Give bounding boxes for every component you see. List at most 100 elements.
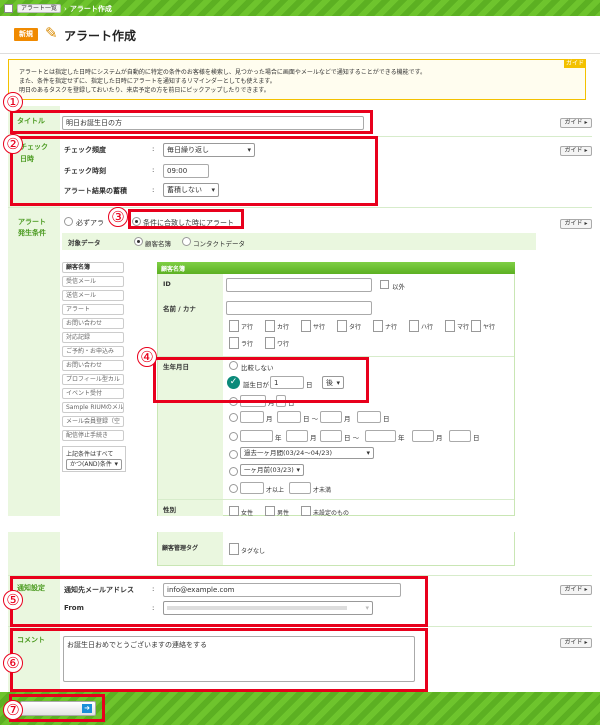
info-line: 明日のあるタスクを登録しておいたり、来店予定の方を前日にピックアップしたりできま…	[19, 87, 270, 94]
kana-label: ア行	[241, 324, 254, 331]
sidebar-item[interactable]: Sample RIUMのメル	[62, 402, 124, 413]
annotation-box-7	[9, 694, 105, 722]
kana-checkbox[interactable]	[471, 320, 481, 332]
range-day-from[interactable]	[277, 411, 301, 423]
name-input[interactable]	[226, 301, 372, 315]
kana-label: カ行	[277, 324, 290, 331]
kana-label: ヤ行	[483, 324, 496, 331]
kana-checkbox[interactable]	[229, 337, 239, 349]
kana-label: ハ行	[421, 324, 434, 331]
year-unit: 年	[275, 434, 282, 442]
target-customer-radio[interactable]	[134, 237, 143, 246]
combine-text: 上記条件はすべて	[66, 451, 114, 458]
range-month-from[interactable]	[240, 411, 264, 423]
sidebar-item[interactable]: メール会員登録（空	[62, 416, 124, 427]
kana-label: サ行	[313, 324, 326, 331]
sidebar-item[interactable]: お問い合わせ	[62, 360, 124, 371]
kana-label: マ行	[457, 324, 470, 331]
info-guide-badge[interactable]: ガイド	[564, 59, 586, 68]
birth-md-range-radio[interactable]	[229, 413, 238, 422]
annotation-box-6	[10, 628, 428, 692]
gender-unset-checkbox[interactable]	[301, 506, 311, 516]
marker-6: ⑥	[3, 653, 23, 673]
info-box: ガイド アラートとは指定した日時にシステムが自動的に特定の条件のお客様を検索し、…	[8, 59, 586, 100]
info-line: また、条件を指定せずに、指定した日時にアラートを通知するリマインダーとしても使え…	[19, 78, 276, 85]
range-tilde: 日 ～	[344, 434, 360, 442]
annotation-box-2	[10, 136, 378, 206]
kana-checkbox[interactable]	[265, 320, 275, 332]
birth-past-radio[interactable]	[229, 450, 238, 459]
age-min-input[interactable]	[240, 482, 264, 494]
always-alert-label: 必ずアラ	[76, 219, 104, 227]
marker-4: ④	[137, 347, 157, 367]
sidebar-item[interactable]: ご予約・お申込み	[62, 346, 124, 357]
page-title: アラート作成	[64, 29, 137, 43]
range-day-from-2[interactable]	[320, 430, 342, 442]
range-month-from-2[interactable]	[286, 430, 308, 442]
sidebar-item[interactable]: プロフィール型カル	[62, 374, 124, 385]
range-day-to[interactable]	[357, 411, 381, 423]
sidebar-item[interactable]: 配信停止手続き	[62, 430, 124, 441]
sidebar-item[interactable]: アラート	[62, 304, 124, 315]
id-exclude-checkbox[interactable]	[380, 280, 389, 289]
breadcrumb-alert-list[interactable]: アラート一覧	[17, 4, 62, 13]
gender-label: 性別	[163, 506, 176, 514]
age-over-label: 才以上	[266, 487, 285, 494]
name-label: 名前 / カナ	[163, 305, 196, 313]
sidebar-item[interactable]: イベント受付	[62, 388, 124, 399]
home-icon[interactable]	[4, 4, 13, 13]
info-line: アラートとは指定した日時にシステムが自動的に特定の条件のお客様を検索し、見つかっ…	[19, 69, 426, 76]
notify-guide-button[interactable]: ガイド ▸	[560, 585, 592, 595]
pencil-icon: ✎	[45, 24, 58, 42]
day-unit: 日	[383, 415, 390, 423]
month-unit: 月	[266, 415, 273, 423]
range-month-select[interactable]: 一ヶ月前(03/23)	[240, 464, 304, 476]
marker-1: ①	[3, 92, 23, 112]
combine-select[interactable]: かつ(AND)条件	[66, 459, 122, 470]
birth-month-ago-radio[interactable]	[229, 467, 238, 476]
range-day-to-2[interactable]	[449, 430, 471, 442]
check-guide-button[interactable]: ガイド ▸	[560, 146, 592, 156]
range-month-to[interactable]	[320, 411, 342, 423]
annotation-box-1	[10, 110, 373, 134]
kana-checkbox[interactable]	[337, 320, 347, 332]
page-header: 新規 ✎ アラート作成	[0, 16, 600, 54]
month-unit: 月	[344, 415, 351, 423]
comment-guide-button[interactable]: ガイド ▸	[560, 638, 592, 648]
target-contact-radio[interactable]	[182, 237, 191, 246]
annotation-box-3	[128, 209, 244, 229]
birth-age-radio[interactable]	[229, 484, 238, 493]
kana-checkbox[interactable]	[373, 320, 383, 332]
annotation-box-5	[10, 576, 428, 627]
kana-checkbox[interactable]	[265, 337, 275, 349]
kana-checkbox[interactable]	[301, 320, 311, 332]
kana-checkbox[interactable]	[445, 320, 455, 332]
range-year-to[interactable]	[365, 430, 396, 442]
sidebar-item[interactable]: お問い合わせ	[62, 318, 124, 329]
sidebar-item[interactable]: 送信メール	[62, 290, 124, 301]
sidebar-item[interactable]: 対応記録	[62, 332, 124, 343]
birth-ymd-range-radio[interactable]	[229, 432, 238, 441]
breadcrumb-current: アラート作成	[69, 4, 112, 13]
kana-label: ワ行	[277, 341, 290, 348]
range-month-to-2[interactable]	[412, 430, 434, 442]
target-contact-label: コンタクトデータ	[193, 240, 245, 248]
gender-male-checkbox[interactable]	[265, 506, 275, 516]
sidebar-item[interactable]: 顧客名簿	[62, 262, 124, 273]
target-data-label: 対象データ	[68, 239, 101, 247]
day-unit: 日	[473, 434, 480, 442]
tag-none-checkbox[interactable]	[229, 543, 239, 555]
condition-guide-button[interactable]: ガイド ▸	[560, 219, 592, 229]
id-input[interactable]	[226, 278, 372, 292]
always-alert-radio[interactable]	[64, 217, 73, 226]
kana-checkbox[interactable]	[409, 320, 419, 332]
range-year-from[interactable]	[240, 430, 273, 442]
range-past-select[interactable]: 過去一ヶ月間(03/24〜04/23)	[240, 447, 374, 459]
sidebar-item[interactable]: 受信メール	[62, 276, 124, 287]
title-guide-button[interactable]: ガイド ▸	[560, 118, 592, 128]
gender-female-checkbox[interactable]	[229, 506, 239, 516]
marker-5: ⑤	[3, 590, 23, 610]
condition-label: アラート	[18, 218, 46, 226]
kana-checkbox[interactable]	[229, 320, 239, 332]
age-max-input[interactable]	[289, 482, 311, 494]
